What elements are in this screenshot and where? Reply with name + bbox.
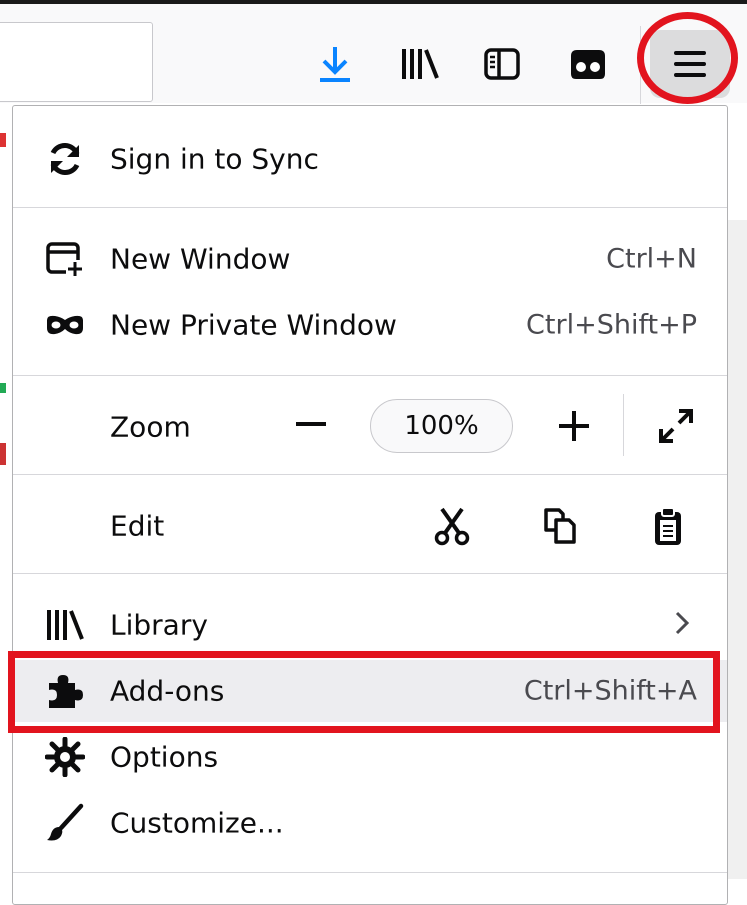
cut-button[interactable] (425, 498, 479, 554)
zoom-reset-button[interactable]: 100% (370, 399, 513, 453)
menu-scrollbar[interactable] (728, 220, 747, 879)
chevron-right-icon (673, 610, 691, 640)
addons-item[interactable]: Add-ons Ctrl+Shift+A (13, 660, 727, 722)
menu-separator (13, 375, 727, 376)
library-item[interactable]: Library (13, 594, 727, 656)
new-private-window-shortcut: Ctrl+Shift+P (526, 309, 697, 341)
new-window-label: New Window (110, 242, 291, 276)
url-bar[interactable] (0, 22, 153, 102)
sidebar-icon (484, 48, 520, 80)
library-label: Library (110, 608, 208, 642)
options-label: Options (110, 740, 219, 774)
download-button[interactable] (313, 36, 357, 92)
paintbrush-icon (45, 803, 85, 843)
gear-icon (45, 737, 85, 777)
open-menu-button[interactable] (650, 30, 730, 98)
scissors-icon (434, 507, 470, 546)
sidebar-button[interactable] (480, 36, 524, 92)
customize-item[interactable]: Customize... (13, 792, 727, 854)
fullscreen-icon (659, 409, 693, 443)
menu-separator (13, 872, 727, 873)
zoom-out-button[interactable] (283, 399, 339, 449)
extension-icon (571, 50, 605, 79)
download-icon (320, 47, 350, 82)
library-button[interactable] (398, 36, 442, 92)
extension-button[interactable] (566, 36, 610, 92)
page-fragment (0, 383, 6, 393)
paste-button[interactable] (641, 498, 695, 554)
zoom-separator (623, 394, 624, 456)
library-icon (45, 605, 85, 645)
new-private-window-item[interactable]: New Private Window Ctrl+Shift+P (13, 294, 727, 356)
page-fragment (0, 443, 6, 465)
hamburger-menu-icon (674, 51, 706, 77)
zoom-label: Zoom (110, 410, 191, 444)
addons-shortcut: Ctrl+Shift+A (523, 675, 697, 707)
browser-toolbar (0, 0, 747, 104)
zoom-in-button[interactable] (546, 399, 602, 453)
customize-label: Customize... (110, 806, 284, 840)
app-menu-panel: Sign in to Sync New Window Ctrl+N New Pr… (12, 105, 728, 905)
new-window-item[interactable]: New Window Ctrl+N (13, 228, 727, 290)
clipboard-icon (655, 507, 681, 545)
new-window-shortcut: Ctrl+N (606, 243, 697, 275)
page-fragment (0, 133, 6, 147)
copy-icon (544, 508, 576, 544)
options-item[interactable]: Options (13, 726, 727, 788)
menu-separator (13, 207, 727, 208)
new-window-icon (45, 239, 85, 279)
sync-icon (45, 139, 85, 179)
edit-label: Edit (110, 509, 165, 543)
menu-separator (13, 474, 727, 475)
private-mask-icon (45, 305, 85, 345)
sign-in-sync-item[interactable]: Sign in to Sync (13, 128, 727, 190)
fullscreen-button[interactable] (649, 399, 703, 453)
minus-icon (296, 422, 326, 426)
toolbar-separator (640, 26, 641, 104)
page-background (0, 103, 12, 879)
edit-row: Edit (13, 494, 727, 558)
plus-icon (559, 411, 589, 441)
copy-button[interactable] (533, 498, 587, 554)
library-icon (402, 49, 439, 79)
puzzle-piece-icon (45, 671, 85, 711)
menu-separator (13, 573, 727, 574)
addons-label: Add-ons (110, 674, 225, 708)
sign-in-sync-label: Sign in to Sync (110, 142, 319, 176)
new-private-window-label: New Private Window (110, 308, 397, 342)
